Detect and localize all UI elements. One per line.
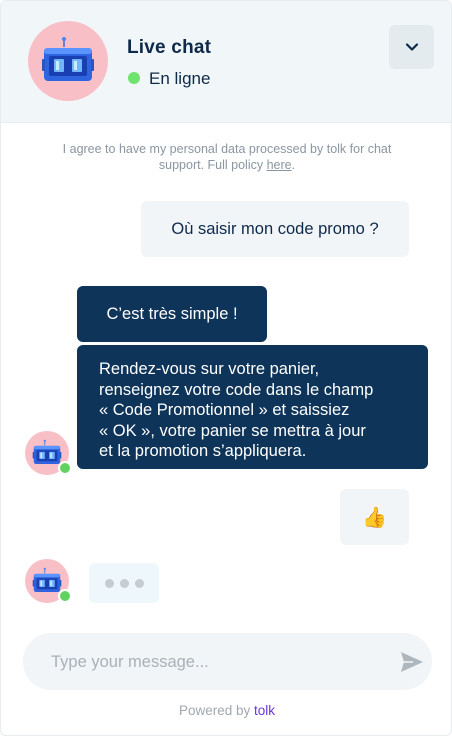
send-icon[interactable]	[399, 650, 425, 674]
brand-link[interactable]: tolk	[254, 703, 275, 718]
bot-message-text: Rendez-vous sur votre panier, renseignez…	[99, 360, 374, 460]
consent-notice: I agree to have my personal data process…	[41, 141, 413, 173]
bot-message: C’est très simple !	[77, 286, 267, 342]
online-badge	[58, 589, 72, 603]
online-badge	[58, 461, 72, 475]
bot-message: Rendez-vous sur votre panier, renseignez…	[77, 345, 428, 469]
online-status-dot	[128, 72, 140, 84]
bot-avatar	[25, 431, 72, 475]
user-message: 👍	[340, 489, 409, 545]
chevron-down-icon	[405, 43, 418, 51]
typing-indicator	[89, 563, 159, 603]
bot-avatar	[25, 559, 72, 603]
thumbs-up-emoji: 👍	[362, 506, 387, 529]
policy-link[interactable]: here	[267, 158, 292, 172]
chat-title: Live chat	[127, 37, 212, 58]
robot-icon	[28, 21, 108, 101]
consent-text: I agree to have my personal data process…	[62, 142, 392, 172]
chat-widget: Live chat En ligne I agree to have my pe…	[0, 0, 452, 736]
typing-dot	[134, 578, 144, 588]
message-input[interactable]	[51, 649, 371, 675]
collapse-button[interactable]	[389, 25, 434, 69]
typing-dot	[119, 578, 129, 588]
message-composer	[23, 633, 432, 690]
avatar	[28, 21, 108, 101]
consent-suffix: .	[291, 158, 296, 172]
powered-by-text: Powered by	[178, 703, 251, 718]
chat-header: Live chat En ligne	[1, 1, 451, 123]
powered-by: Powered by tolk	[1, 703, 451, 718]
status-text: En ligne	[149, 69, 211, 88]
typing-dot	[104, 578, 114, 588]
user-message: Où saisir mon code promo ?	[141, 201, 409, 257]
